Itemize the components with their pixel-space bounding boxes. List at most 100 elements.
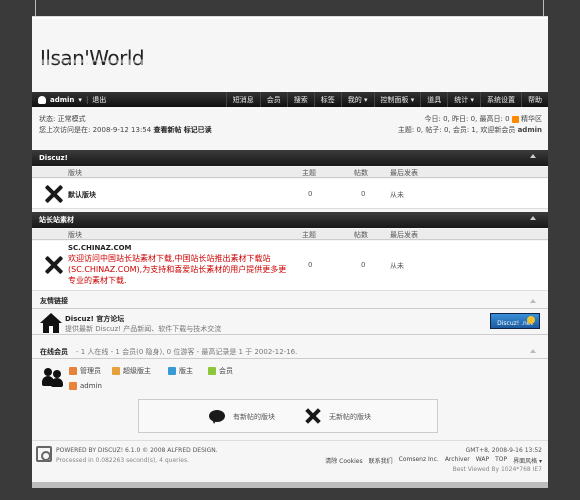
mark-read-link[interactable]: 标记已读 [184, 126, 212, 134]
online-summary: - 1 人在线 - 1 会员(0 隐身), 0 位游客 - 最高记录是 1 于 … [76, 348, 298, 356]
footer-link-archiver[interactable]: Archiver [445, 456, 470, 465]
no-new-posts-icon [44, 255, 64, 275]
legend-member: 会员 [208, 366, 233, 376]
online-user[interactable]: admin [69, 382, 102, 390]
forum-topics: 0 [308, 261, 313, 269]
divider [32, 334, 548, 335]
nav-item-members[interactable]: 会员 [259, 92, 287, 107]
forum-last-post: 从未 [390, 262, 404, 270]
link-title[interactable]: Discuz! 官方论坛 [65, 314, 124, 324]
processed-info: Processed in 0.082263 second(s), 4 queri… [56, 457, 189, 464]
view-new-posts-link[interactable]: 查看新帖 [153, 126, 181, 134]
category-title[interactable]: Discuz! [39, 154, 68, 162]
nav-item-tags[interactable]: 标签 [313, 92, 341, 107]
column-header-row: 版块 主题 帖数 最后发表 [32, 229, 548, 240]
icon-legend-box: 有新帖的版块 无新帖的版块 [138, 399, 438, 433]
footer-link-top[interactable]: TOP [495, 456, 507, 465]
footer-link-comsenz[interactable]: Comsenz Inc. [399, 456, 439, 465]
forum-row: 默认版块 0 0 从未 [32, 179, 548, 209]
footer-time: GMT+8, 2008-9-16 13:52 [465, 447, 542, 454]
collapse-icon[interactable] [530, 299, 536, 303]
nav-menu: 短消息 会员 搜索 标签 我的 ▾ 控制面板 ▾ 道具 统计 ▾ 系统设置 帮助 [225, 92, 548, 107]
users-icon [42, 367, 64, 387]
user-dropdown-icon[interactable]: ▾ [78, 96, 82, 104]
collapse-icon[interactable] [530, 349, 536, 353]
stats-panel: 今日: 0, 昨日: 0, 最高日: 0 精华区 主题: 0, 帖子: 0, 会… [398, 114, 542, 136]
nav-item-control-panel[interactable]: 控制面板 ▾ [373, 92, 421, 107]
site-logo-reflection: Ilsan'World [40, 57, 145, 66]
logout-link[interactable]: 退出 [92, 95, 106, 105]
col-last: 最后发表 [390, 169, 418, 177]
col-forum: 版块 [68, 231, 82, 239]
forum-description: 欢迎访问中国站长站素材下载,中国站长站推出素材下载站(SC.CHINAZ.COM… [68, 254, 287, 285]
member-icon [208, 367, 216, 375]
mod-icon [168, 367, 176, 375]
footer-link-wap[interactable]: WAP [476, 456, 489, 465]
discuz-badge-logo[interactable]: Discuz! .net [490, 313, 540, 329]
divider [32, 358, 548, 359]
no-new-posts-icon [44, 184, 64, 204]
forum-name-link[interactable]: 默认版块 [68, 190, 96, 200]
stats-today: 今日: 0, 昨日: 0, 最高日: 0 [424, 115, 510, 123]
nav-item-messages[interactable]: 短消息 [225, 92, 260, 107]
category-header-sucai[interactable]: 站长站素材 [32, 212, 548, 228]
legend-admin: 管理员 [69, 366, 101, 376]
footer-links: 清除 Cookies 联系我们 Comsenz Inc. Archiver WA… [325, 456, 542, 465]
no-new-posts-label: 无新帖的版块 [329, 413, 371, 421]
online-title[interactable]: 在线会员 [40, 347, 68, 357]
best-viewed: Best Viewed By 1024*768 IE7 [452, 466, 542, 473]
col-topics: 主题 [302, 169, 316, 177]
nav-item-help[interactable]: 帮助 [521, 92, 548, 107]
admin-icon [69, 382, 77, 390]
status-mode-link[interactable]: 正常模式 [58, 115, 86, 123]
nav-item-tools[interactable]: 道具 [420, 92, 447, 107]
legend-super-mod: 超级版主 [112, 366, 151, 376]
forum-row: SC.CHINAZ.COM 欢迎访问中国站长站素材下载,中国站长站推出素材下载站… [32, 241, 548, 291]
column-header-row: 版块 主题 帖数 最后发表 [32, 167, 548, 178]
nav-item-search[interactable]: 搜索 [286, 92, 314, 107]
super-mod-icon [112, 367, 120, 375]
home-icon [40, 313, 62, 333]
rss-icon[interactable] [511, 115, 519, 123]
category-header-discuz[interactable]: Discuz! [32, 150, 548, 166]
user-menu[interactable]: admin ▾ | 退出 [32, 95, 106, 105]
category-title[interactable]: 站长站素材 [39, 215, 74, 225]
link-description: 提供最新 Discuz! 产品新闻、软件下载与技术交流 [65, 325, 222, 333]
collapse-icon[interactable] [530, 154, 536, 158]
legend-mod: 版主 [168, 366, 193, 376]
collapse-icon[interactable] [530, 216, 536, 220]
username[interactable]: admin [50, 96, 74, 104]
no-new-posts-icon [305, 408, 321, 424]
main-navbar: admin ▾ | 退出 短消息 会员 搜索 标签 我的 ▾ 控制面板 ▾ 道具… [32, 92, 548, 107]
hanger-right [543, 0, 544, 16]
divider [32, 440, 548, 441]
nav-item-stats[interactable]: 统计 ▾ [447, 92, 480, 107]
forum-posts: 0 [361, 190, 366, 198]
col-last: 最后发表 [390, 231, 418, 239]
powered-by: POWERED BY DISCUZ! 6.1.0 © 2008 ALFRED D… [56, 447, 218, 454]
footer-link-style[interactable]: 界面风格 ▾ [513, 456, 542, 465]
page-top-border [32, 16, 548, 19]
forum-page: Ilsan'World Ilsan'World admin ▾ | 退出 短消息… [32, 16, 548, 488]
status-panel: 状态: 正常模式 您上次访问是在: 2008-9-12 13:54 查看新帖 标… [39, 114, 212, 136]
forum-topics: 0 [308, 190, 313, 198]
admin-icon [69, 367, 77, 375]
footer-link-clear-cookies[interactable]: 清除 Cookies [325, 456, 362, 465]
digest-link[interactable]: 精华区 [521, 115, 542, 123]
nav-item-my[interactable]: 我的 ▾ [340, 92, 374, 107]
discuz-footer-logo[interactable] [36, 446, 52, 462]
col-posts: 帖数 [354, 169, 368, 177]
nav-item-settings[interactable]: 系统设置 [480, 92, 521, 107]
col-posts: 帖数 [354, 231, 368, 239]
new-posts-icon [209, 410, 225, 424]
last-visit-text: 您上次访问是在: 2008-9-12 13:54 [39, 126, 152, 134]
new-posts-label: 有新帖的版块 [233, 413, 275, 421]
page-bottom-border [32, 482, 548, 488]
hanger-left [35, 0, 36, 16]
newest-member-link[interactable]: admin [518, 126, 542, 134]
status-label: 状态: [39, 115, 56, 123]
forum-name-link[interactable]: SC.CHINAZ.COM [68, 244, 132, 252]
badge-text: Discuz! .net [497, 320, 533, 327]
col-forum: 版块 [68, 169, 82, 177]
footer-link-contact[interactable]: 联系我们 [369, 456, 393, 465]
